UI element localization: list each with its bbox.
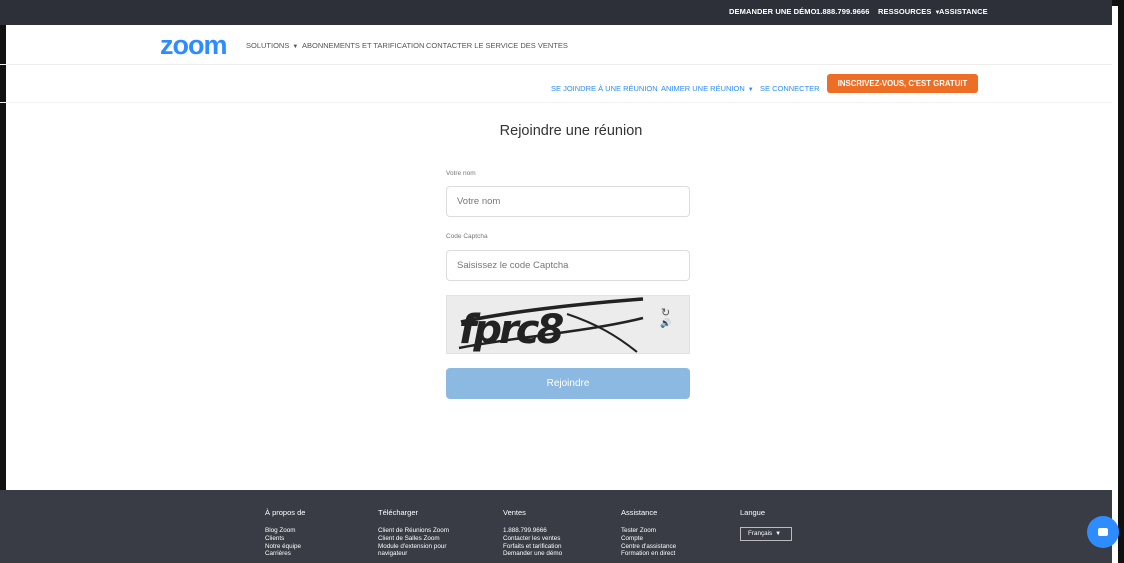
footer-link[interactable]: Contacter les ventes xyxy=(503,535,562,543)
footer-link[interactable]: Module d'extension pour xyxy=(378,543,449,551)
top-utility-bar: DEMANDER UNE DÉMO 1.888.799.9666 RESSOUR… xyxy=(0,0,1112,25)
resources-label: RESSOURCES xyxy=(878,7,932,16)
footer-link[interactable]: 1.888.799.9666 xyxy=(503,527,562,535)
request-demo-link[interactable]: DEMANDER UNE DÉMO xyxy=(729,7,817,16)
footer-link[interactable]: navigateur xyxy=(378,550,449,558)
footer-download-column: Télécharger Client de Réunions Zoom Clie… xyxy=(378,508,449,558)
footer-link[interactable]: Forfaits et tarification xyxy=(503,543,562,551)
footer-link[interactable]: Centre d'assistance xyxy=(621,543,676,551)
solutions-menu[interactable]: SOLUTIONS ▼ xyxy=(246,41,298,50)
resources-menu[interactable]: RESSOURCES ▼ xyxy=(878,7,941,16)
solutions-label: SOLUTIONS xyxy=(246,41,290,50)
pricing-link[interactable]: ABONNEMENTS ET TARIFICATION xyxy=(302,41,424,50)
sign-in-link[interactable]: SE CONNECTER xyxy=(760,84,820,93)
footer-about-column: À propos de Blog Zoom Clients Notre équi… xyxy=(265,508,305,558)
audio-icon[interactable]: 🔊 xyxy=(660,318,671,329)
host-meeting-menu[interactable]: ANIMER UNE RÉUNION ▼ xyxy=(661,84,754,93)
chevron-down-icon: ▼ xyxy=(775,531,782,537)
footer-link[interactable]: Demander une démo xyxy=(503,550,562,558)
captcha-svg: fprc8 xyxy=(458,297,644,353)
page-title: Rejoindre une réunion xyxy=(499,123,643,139)
language-selected: Français xyxy=(748,530,773,537)
captcha-image: fprc8 xyxy=(446,295,690,354)
footer-link[interactable]: Tester Zoom xyxy=(621,527,676,535)
support-link[interactable]: ASSISTANCE xyxy=(939,7,988,16)
footer-support-heading: Assistance xyxy=(621,508,658,517)
join-meeting-link[interactable]: SE JOINDRE À UNE RÉUNION xyxy=(551,84,658,93)
main-navigation: zoom SOLUTIONS ▼ ABONNEMENTS ET TARIFICAT… xyxy=(0,25,1112,65)
footer-sales-column: Ventes 1.888.799.9666 Contacter les vent… xyxy=(503,508,562,558)
footer-language-heading: Langue xyxy=(740,508,766,517)
language-select[interactable]: Français ▼ xyxy=(740,527,792,541)
join-button[interactable]: Rejoindre xyxy=(446,368,690,399)
chevron-down-icon: ▼ xyxy=(292,44,299,50)
footer-link[interactable]: Blog Zoom xyxy=(265,527,305,535)
footer-language-column: Langue xyxy=(740,508,765,527)
chat-glyph xyxy=(1098,528,1108,536)
footer-link[interactable]: Notre équipe xyxy=(265,543,305,551)
chat-icon[interactable] xyxy=(1087,516,1119,548)
name-input[interactable] xyxy=(446,186,690,217)
captcha-label: Code Captcha xyxy=(446,233,488,240)
footer-link[interactable]: Compte xyxy=(621,535,676,543)
captcha-input[interactable] xyxy=(446,250,690,281)
footer-sales-heading: Ventes xyxy=(503,508,526,517)
footer-link[interactable]: Client de Salles Zoom xyxy=(378,535,449,543)
captcha-noise-line xyxy=(566,313,638,353)
footer-link[interactable]: Client de Réunions Zoom xyxy=(378,527,449,535)
chevron-down-icon: ▼ xyxy=(747,87,754,93)
contact-sales-link[interactable]: CONTACTER LE SERVICE DES VENTES xyxy=(426,41,568,50)
footer-support-column: Assistance Tester Zoom Compte Centre d'a… xyxy=(621,508,676,558)
footer-link[interactable]: Formation en direct xyxy=(621,550,676,558)
phone-link[interactable]: 1.888.799.9666 xyxy=(816,7,870,16)
sign-up-button[interactable]: INSCRIVEZ-VOUS, C'EST GRATUIT xyxy=(827,74,978,93)
footer-link[interactable]: Clients xyxy=(265,535,305,543)
host-meeting-label: ANIMER UNE RÉUNION xyxy=(661,84,745,93)
footer-download-heading: Télécharger xyxy=(378,508,419,517)
footer-link[interactable]: Carrières xyxy=(265,550,305,558)
zoom-logo[interactable]: zoom xyxy=(160,30,227,61)
footer-about-heading: À propos de xyxy=(265,508,306,517)
name-label: Votre nom xyxy=(446,170,476,177)
